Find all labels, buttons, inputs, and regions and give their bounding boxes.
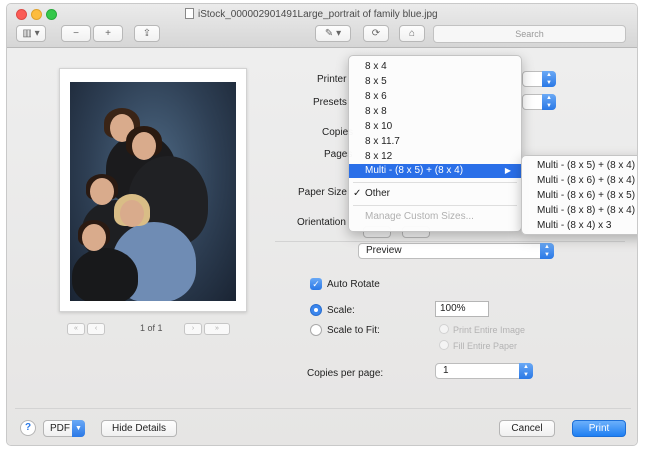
zoom-window-button[interactable]	[46, 9, 57, 20]
close-window-button[interactable]	[16, 9, 27, 20]
paper-size-option[interactable]: 8 x 4	[349, 60, 521, 74]
previous-page-button[interactable]: ‹	[87, 323, 105, 335]
scale-to-fit-label: Scale to Fit:	[327, 325, 380, 336]
minimize-window-button[interactable]	[31, 9, 42, 20]
last-page-button[interactable]: »	[204, 323, 230, 335]
print-preview-page	[59, 68, 247, 312]
menu-separator	[353, 182, 517, 183]
auto-rotate-label: Auto Rotate	[327, 279, 380, 290]
scale-to-fit-radio[interactable]	[310, 324, 322, 336]
paper-size-option[interactable]: 8 x 12	[349, 150, 521, 164]
manage-custom-sizes-option[interactable]: Manage Custom Sizes...	[349, 210, 521, 224]
paper-size-option-multi[interactable]: Multi - (8 x 5) + (8 x 4) ▶	[349, 164, 521, 178]
print-entire-image-radio[interactable]	[439, 324, 449, 334]
scale-input[interactable]: 100%	[435, 301, 489, 317]
share-button[interactable]: ⇪	[134, 25, 160, 42]
app-section-popup[interactable]: Preview ▲ ▼	[358, 243, 554, 259]
paper-size-menu: 8 x 4 8 x 5 8 x 6 8 x 8 8 x 10 8 x 11.7 …	[348, 55, 522, 232]
multi-size-submenu: Multi - (8 x 5) + (8 x 4) Multi - (8 x 6…	[521, 155, 637, 235]
help-button[interactable]: ?	[20, 420, 36, 436]
copies-per-page-label: Copies per page:	[307, 368, 384, 379]
sidebar-toggle-button[interactable]: ▥ ▾	[16, 25, 46, 42]
presets-label: Presets	[313, 97, 347, 108]
paper-size-option[interactable]: 8 x 6	[349, 90, 521, 104]
paper-size-label: Paper Size	[298, 187, 347, 198]
fill-entire-paper-radio[interactable]	[439, 340, 449, 350]
chevron-down-icon: ▼	[72, 420, 85, 437]
paper-size-option[interactable]: 8 x 10	[349, 120, 521, 134]
search-input[interactable]: Search	[433, 25, 626, 43]
presets-popup[interactable]: ▲ ▼	[522, 94, 556, 110]
submenu-arrow-icon: ▶	[504, 166, 511, 175]
multi-size-option[interactable]: Multi - (8 x 5) + (8 x 4)	[522, 159, 637, 173]
zoom-out-button[interactable]: −	[61, 25, 91, 42]
checkmark-icon: ✓	[353, 188, 362, 199]
paper-size-option-other[interactable]: ✓ Other	[349, 187, 521, 201]
paper-size-option[interactable]: 8 x 11.7	[349, 135, 521, 149]
hide-details-button[interactable]: Hide Details	[101, 420, 177, 437]
printer-popup[interactable]: ▲ ▼	[522, 71, 556, 87]
orientation-label: Orientation	[297, 217, 346, 228]
cancel-button[interactable]: Cancel	[499, 420, 555, 437]
menu-separator	[353, 205, 517, 206]
section-divider	[275, 241, 625, 242]
printer-label: Printer	[317, 74, 347, 85]
scale-radio[interactable]	[310, 304, 322, 316]
print-entire-image-label: Print Entire Image	[453, 325, 526, 335]
chevron-updown-icon: ▲ ▼	[540, 243, 554, 259]
chevron-updown-icon: ▲ ▼	[519, 363, 533, 379]
window-title-text: iStock_000002901491Large_portrait of fam…	[198, 9, 438, 20]
chevron-updown-icon: ▲ ▼	[542, 71, 556, 87]
document-icon	[185, 8, 194, 19]
scale-label: Scale:	[327, 305, 355, 316]
toolbox-button[interactable]: ⌂	[399, 25, 425, 42]
chevron-updown-icon: ▲ ▼	[542, 94, 556, 110]
paper-size-option[interactable]: 8 x 5	[349, 75, 521, 89]
multi-size-option[interactable]: Multi - (8 x 8) + (8 x 4)	[522, 204, 637, 218]
copies-per-page-popup[interactable]: 1 ▲ ▼	[435, 363, 533, 379]
preview-window: iStock_000002901491Large_portrait of fam…	[6, 3, 638, 446]
zoom-in-button[interactable]: +	[93, 25, 123, 42]
multi-size-option[interactable]: Multi - (8 x 6) + (8 x 4)	[522, 174, 637, 188]
paper-size-option[interactable]: 8 x 8	[349, 105, 521, 119]
first-page-button[interactable]: «	[67, 323, 85, 335]
title-bar: iStock_000002901491Large_portrait of fam…	[7, 4, 637, 48]
markup-button[interactable]: ✎ ▾	[315, 25, 351, 42]
print-button[interactable]: Print	[572, 420, 626, 437]
multi-size-option[interactable]: Multi - (8 x 4) x 3	[522, 219, 637, 233]
page-indicator: 1 of 1	[140, 323, 163, 333]
footer-divider	[15, 408, 631, 409]
pdf-label: PDF	[50, 423, 70, 434]
multi-option-label: Multi - (8 x 5) + (8 x 4)	[365, 165, 464, 176]
auto-rotate-checkbox[interactable]: ✓	[310, 278, 322, 290]
other-option-label: Other	[365, 188, 391, 199]
pdf-menu-button[interactable]: PDF ▼	[43, 420, 85, 437]
window-title: iStock_000002901491Large_portrait of fam…	[185, 8, 438, 20]
app-section-value: Preview	[366, 245, 402, 256]
multi-size-option[interactable]: Multi - (8 x 6) + (8 x 5)	[522, 189, 637, 203]
print-sheet: « ‹ 1 of 1 › » Printer ▲ ▼ Presets ▲ ▼ Cop…	[7, 48, 637, 445]
next-page-button[interactable]: ›	[184, 323, 202, 335]
fill-entire-paper-label: Fill Entire Paper	[453, 341, 518, 351]
family-portrait-image	[70, 82, 236, 301]
copies-per-page-value: 1	[443, 365, 449, 376]
rotate-button[interactable]: ⟳	[363, 25, 389, 42]
